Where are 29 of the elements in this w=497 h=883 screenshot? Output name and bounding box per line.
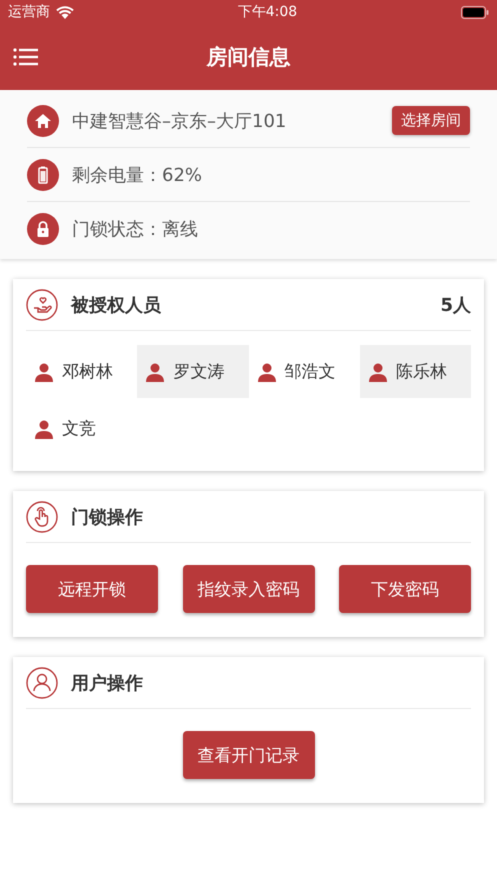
padlock-icon: [27, 212, 59, 244]
house-icon: [27, 104, 59, 136]
person-icon: [34, 418, 54, 438]
person-item[interactable]: 罗文涛: [137, 345, 248, 398]
user-icon: [26, 666, 58, 698]
page-title: 房间信息: [206, 44, 290, 71]
action-button[interactable]: 查看开门记录: [182, 731, 314, 779]
card-title: 用户操作: [71, 672, 144, 694]
person-item[interactable]: 陈乐林: [360, 345, 471, 398]
info-text: 中建智慧谷–京东–大厅101: [72, 110, 288, 132]
card-title: 门锁操作: [71, 506, 144, 528]
person-icon: [145, 362, 166, 382]
action-button[interactable]: 指纹录入密码: [182, 565, 314, 613]
card-title: 被授权人员: [71, 294, 162, 316]
battery-icon: [460, 6, 489, 18]
person-icon: [368, 362, 388, 382]
wifi-icon: [56, 6, 74, 18]
carrier-name: 运营商: [8, 3, 50, 21]
battery-icon: [27, 158, 59, 190]
people-count: 5人: [440, 294, 471, 316]
clock-time: 下午4:08: [238, 3, 298, 21]
info-text: 剩余电量：62%: [72, 164, 204, 186]
info-text: 门锁状态：离线: [72, 218, 199, 240]
person-icon: [256, 362, 276, 382]
action-button[interactable]: 下发密码: [339, 565, 471, 613]
tap-hand-icon: [26, 500, 58, 532]
person-icon: [34, 362, 54, 382]
action-button[interactable]: 远程开锁: [26, 565, 158, 613]
select-room-button[interactable]: 选择房间: [392, 106, 470, 135]
